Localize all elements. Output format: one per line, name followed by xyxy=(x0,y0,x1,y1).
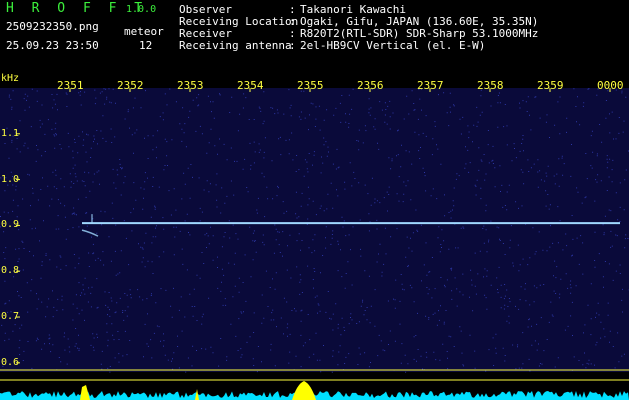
x-tick-label: 2355 xyxy=(297,79,324,92)
y-tick-label: 0.6 xyxy=(1,356,20,368)
signal-peak xyxy=(80,385,90,400)
x-tick-label: 0000 xyxy=(597,79,624,92)
x-tick-label: 2351 xyxy=(57,79,84,92)
y-tick-label: 1.0 xyxy=(1,173,20,185)
x-tick-label: 2358 xyxy=(477,79,504,92)
signal-peak xyxy=(292,381,316,400)
y-tick-label: 0.8 xyxy=(1,265,20,277)
spectrogram xyxy=(0,88,629,400)
x-tick-label: 2359 xyxy=(537,79,564,92)
y-tick-label: 1.1 xyxy=(1,127,20,139)
x-tick-label: 2353 xyxy=(177,79,204,92)
y-tick-label: 0.7 xyxy=(1,311,20,323)
x-tick-label: 2354 xyxy=(237,79,264,92)
x-tick-label: 2356 xyxy=(357,79,384,92)
x-tick-label: 2357 xyxy=(417,79,444,92)
y-tick-label: 0.9 xyxy=(1,219,20,231)
x-tick-label: 2352 xyxy=(117,79,144,92)
spectrogram-background xyxy=(0,88,629,372)
